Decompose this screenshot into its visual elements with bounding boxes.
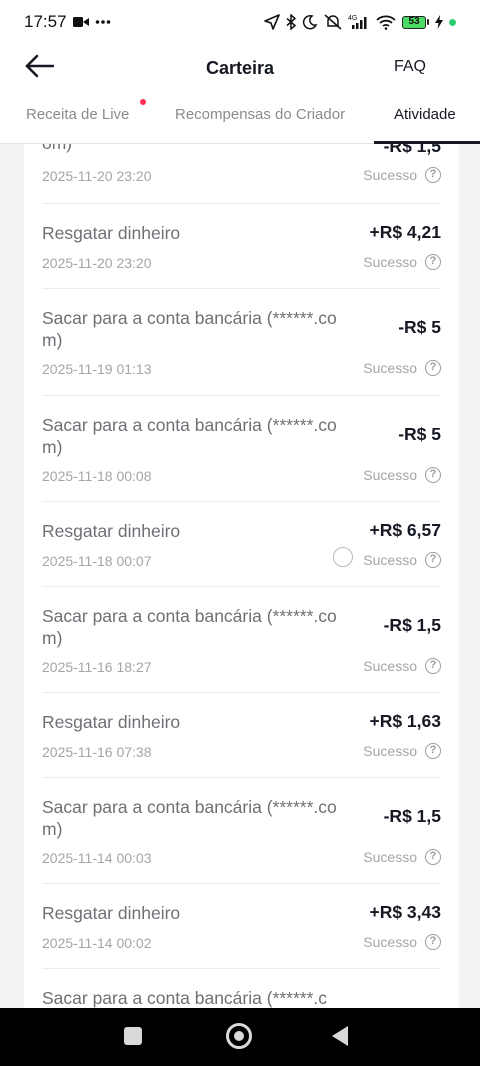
loading-spinner-icon [333,547,353,567]
transaction-row[interactable]: om) -R$ 1,5 2025-11-20 23:20 Sucesso? [42,144,441,204]
help-icon[interactable]: ? [425,167,441,183]
transaction-status: Sucesso? [363,167,441,183]
status-label: Sucesso [363,658,417,674]
transaction-amount: +R$ 6,57 [369,520,441,540]
back-button[interactable] [22,52,56,84]
transaction-row[interactable]: Sacar para a conta bancária (******.com)… [42,289,441,396]
help-icon[interactable]: ? [425,360,441,376]
transaction-status: Sucesso? [363,360,441,376]
transaction-amount: -R$ 5 [398,424,441,444]
help-icon[interactable]: ? [425,254,441,270]
network-label: 4G [348,15,357,22]
signal-icon: 4G [348,14,370,30]
transaction-title: Resgatar dinheiro [42,223,181,243]
recent-apps-button[interactable] [124,1027,142,1045]
transaction-amount: +R$ 1,63 [369,711,441,731]
status-label: Sucesso [363,552,417,568]
status-bar: 17:57 4G 53 [0,0,480,44]
system-navigation-bar [0,1008,480,1066]
transaction-date: 2025-11-18 00:07 [42,553,152,569]
status-time: 17:57 [24,12,67,31]
status-label: Sucesso [363,360,417,376]
transaction-row[interactable]: Sacar para a conta bancária (******.c [42,969,441,1008]
app-header: Carteira FAQ [0,44,480,92]
tab-receita-de-live[interactable]: Receita de Live [26,106,129,123]
help-icon[interactable]: ? [425,849,441,865]
transaction-amount: -R$ 1,5 [383,144,441,156]
transaction-title: Resgatar dinheiro [42,712,181,732]
transaction-date: 2025-11-18 00:08 [42,468,152,484]
transaction-date: 2025-11-20 23:20 [42,255,152,271]
transaction-row[interactable]: Sacar para a conta bancária (******.com)… [42,778,441,884]
bluetooth-icon [286,14,296,30]
transaction-title: Resgatar dinheiro [42,521,181,541]
transaction-date: 2025-11-19 01:13 [42,361,152,377]
help-icon[interactable]: ? [425,934,441,950]
transaction-row[interactable]: Resgatar dinheiro +R$ 6,57 2025-11-18 00:0… [42,502,441,587]
transaction-date: 2025-11-16 07:38 [42,744,152,760]
transaction-status: Sucesso? [363,552,441,568]
transaction-date: 2025-11-14 00:02 [42,935,152,951]
notification-dot [140,99,146,105]
transaction-status: Sucesso? [363,934,441,950]
transaction-status: Sucesso? [363,254,441,270]
navigation-icon [264,14,280,30]
transaction-title: Sacar para a conta bancária (******.com) [42,797,337,839]
transaction-status: Sucesso? [363,743,441,759]
status-label: Sucesso [363,467,417,483]
transaction-status: Sucesso? [363,467,441,483]
status-label: Sucesso [363,254,417,270]
wifi-icon [376,14,396,30]
help-icon[interactable]: ? [425,467,441,483]
transaction-date: 2025-11-20 23:20 [42,168,152,184]
transaction-title: om) [42,144,362,154]
transaction-title: Sacar para a conta bancária (******.com) [42,606,337,648]
transaction-row[interactable]: Resgatar dinheiro +R$ 3,43 2025-11-14 00:0… [42,884,441,969]
status-label: Sucesso [363,934,417,950]
tab-recompensas-do-criador[interactable]: Recompensas do Criador [175,106,345,123]
transaction-date: 2025-11-16 18:27 [42,659,152,675]
battery-level: 53 [402,15,426,29]
transaction-status: Sucesso? [363,658,441,674]
transaction-status: Sucesso? [363,849,441,865]
battery-icon: 53 [402,15,429,29]
home-button[interactable] [226,1023,252,1049]
status-label: Sucesso [363,167,417,183]
status-label: Sucesso [363,849,417,865]
do-not-disturb-icon [302,14,318,30]
help-icon[interactable]: ? [425,552,441,568]
transaction-amount: -R$ 1,5 [383,806,441,826]
system-back-button[interactable] [332,1026,348,1046]
notifications-off-icon [324,14,342,30]
help-icon[interactable]: ? [425,658,441,674]
transaction-date: 2025-11-14 00:03 [42,850,152,866]
faq-button[interactable]: FAQ [394,58,426,76]
activity-scroll-area[interactable]: om)-R$ 1,52025-11-20 23:20Sucesso?Resgat… [0,144,480,1008]
charging-icon [435,15,443,29]
transaction-row[interactable]: Resgatar dinheiro +R$ 4,21 2025-11-20 23:2… [42,204,441,289]
tab-atividade[interactable]: Atividade [394,106,456,123]
transaction-amount: -R$ 1,5 [383,615,441,635]
help-icon[interactable]: ? [425,743,441,759]
transaction-row[interactable]: Sacar para a conta bancária (******.com)… [42,396,441,502]
transaction-title: Sacar para a conta bancária (******.com) [42,415,337,457]
status-label: Sucesso [363,743,417,759]
transaction-amount: +R$ 4,21 [369,222,441,242]
transaction-row[interactable]: Resgatar dinheiro +R$ 1,63 2025-11-16 07:3… [42,693,441,778]
transaction-title: Sacar para a conta bancária (******.c [42,988,328,1008]
tab-bar: Receita de Live Recompensas do Criador A… [0,92,480,144]
transaction-title: Resgatar dinheiro [42,903,181,923]
transaction-row[interactable]: Sacar para a conta bancária (******.com)… [42,587,441,693]
transaction-title: Sacar para a conta bancária (******.com) [42,308,337,350]
transaction-list: om)-R$ 1,52025-11-20 23:20Sucesso?Resgat… [24,144,459,1008]
video-camera-icon [72,16,89,28]
arrow-left-icon [24,54,55,83]
transaction-amount: -R$ 5 [398,317,441,337]
privacy-indicator-dot [449,18,456,26]
transaction-amount: +R$ 3,43 [369,902,441,922]
more-dots-icon [95,19,111,25]
